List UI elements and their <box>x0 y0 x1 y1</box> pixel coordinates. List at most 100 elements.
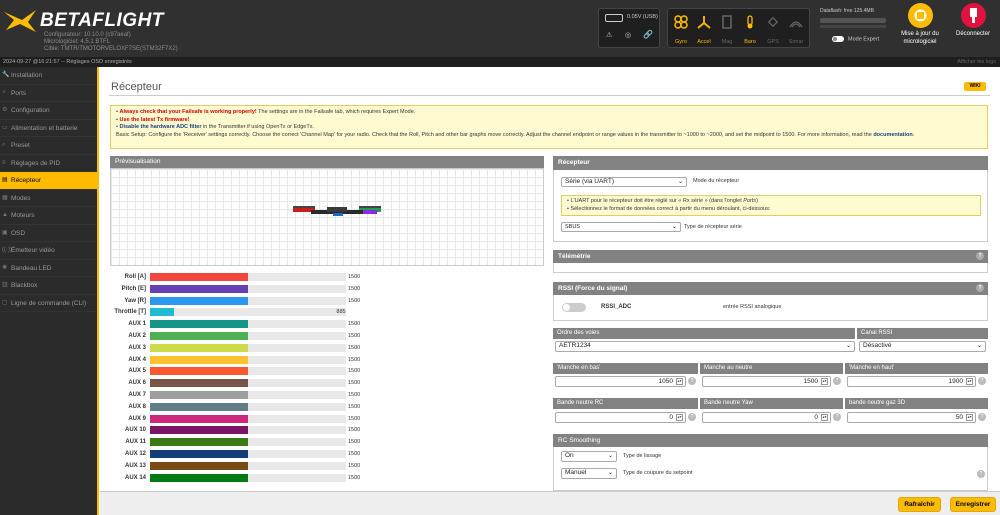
stick-high-input[interactable]: 1900 ▴▾ <box>847 376 976 387</box>
betaflight-bee-icon <box>4 10 36 32</box>
channel-name: Throttle [T] <box>114 309 146 316</box>
sidebar-item-pid[interactable]: ≡ Réglages de PID <box>0 155 97 172</box>
sidebar-item-power[interactable]: ▭ Alimentation et batterie <box>0 120 97 137</box>
channel-map-value: AETR1234 <box>559 342 591 349</box>
channel-bar <box>150 450 346 458</box>
channel-row: AUX 9 1500 <box>110 414 410 424</box>
help-icon[interactable]: ? <box>978 377 986 385</box>
sidebar-item-receiver[interactable]: ▤ Récepteur <box>0 172 97 190</box>
sidebar-item-led[interactable]: ✺ Bandeau LED <box>0 260 97 277</box>
channel-row: AUX 2 1500 <box>110 331 410 341</box>
rssi-channel-select[interactable]: Désactivé ⌄ <box>859 341 986 352</box>
expert-toggle-switch[interactable] <box>832 36 844 42</box>
rssi-adc-toggle[interactable] <box>562 303 586 312</box>
channel-row: AUX 14 1500 <box>110 473 410 483</box>
spinner-icon[interactable]: ▴▾ <box>966 378 973 385</box>
channel-bar <box>150 379 346 388</box>
rssi-panel: RSSI_ADC entrée RSSI analogique <box>553 295 988 321</box>
channel-value: 1500 <box>348 392 361 398</box>
deadband-yaw-input[interactable]: 0 ▴▾ <box>702 412 831 423</box>
chevron-down-icon: ⌄ <box>607 453 613 459</box>
dataflash-bar <box>820 18 886 23</box>
receiver-panel: Série (via UART) ⌄ Mode du récepteur • L'… <box>553 170 988 242</box>
accel-icon <box>697 16 711 29</box>
sidebar-item-configuration[interactable]: ⚙ Configuration <box>0 102 97 120</box>
help-icon[interactable]: ? <box>688 377 696 385</box>
sidebar-item-preset[interactable]: ⌕ Preset <box>0 137 97 155</box>
spinner-icon[interactable]: ▴▾ <box>676 414 683 421</box>
basic-setup-text: Basic Setup: Configure the 'Receiver' se… <box>116 131 872 138</box>
sidebar-item-modes[interactable]: ▦ Modes <box>0 190 97 207</box>
smoothing-type-select[interactable]: On ⌄ <box>561 451 617 462</box>
sidebar-item-blackbox[interactable]: ▥ Blackbox <box>0 277 97 295</box>
channel-bar <box>150 296 346 305</box>
help-icon[interactable]: ? <box>833 377 841 385</box>
deadband-yaw-value: 0 <box>814 414 818 421</box>
rssi-adc-label: RSSI_ADC <box>601 304 632 310</box>
sidebar-item-label: Preset <box>11 142 30 149</box>
smoothing-type-value: On <box>565 452 574 459</box>
channel-value: 1500 <box>348 380 361 387</box>
sidebar-item-label: Bandeau LED <box>11 264 52 272</box>
wiki-button[interactable]: WIKI <box>964 82 986 91</box>
channel-fill <box>150 402 248 411</box>
thermometer-icon <box>747 15 753 29</box>
sidebar-item-osd[interactable]: ▣ OSD <box>0 225 97 242</box>
channel-fill <box>150 332 248 340</box>
gyro-icon <box>674 15 688 29</box>
serial-type-select[interactable]: SBUS ⌄ <box>561 222 681 232</box>
sidebar-item-installation[interactable]: 🔧 Installation <box>0 67 97 85</box>
stick-center-input[interactable]: 1500 ▴▾ <box>702 376 831 387</box>
accel-sensor: Accel <box>693 13 715 45</box>
rssi-channel-header: Canal RSSI <box>857 328 988 339</box>
channel-fill <box>150 379 248 388</box>
channel-value: 885 <box>336 309 346 316</box>
deadband-3d-input[interactable]: 50 ▴▾ <box>847 412 976 423</box>
channel-bar <box>150 320 346 329</box>
receiver-mode-select[interactable]: Série (via UART) ⌄ <box>561 177 687 187</box>
sidebar-item-label: Émetteur vidéo <box>11 247 55 254</box>
rssi-channel-value: Désactivé <box>863 342 892 349</box>
help-icon[interactable]: ? <box>978 413 986 421</box>
sidebar-item-cli[interactable]: ▢ Ligne de commande (CLI) <box>0 295 97 312</box>
documentation-link[interactable]: documentation <box>873 132 912 138</box>
sidebar-item-ports[interactable]: ⚡ Ports <box>0 85 97 102</box>
osd-icon: ▣ <box>2 229 8 236</box>
sidebar-item-vtx[interactable]: ((·)) Émetteur vidéo <box>0 242 97 260</box>
betaflight-logo: BETAFLIGHT Configurateur: 10.10.0 (c97ae… <box>2 8 178 53</box>
disconnect-button[interactable]: Déconnecter <box>949 3 997 39</box>
help-icon[interactable]: ? <box>976 284 984 292</box>
spinner-icon[interactable]: ▴▾ <box>821 378 828 385</box>
firmware-update-button[interactable]: Mise à jour du micrologiciel <box>896 3 944 46</box>
show-logs-link[interactable]: Afficher les logs <box>957 57 996 67</box>
deadband-rc-input[interactable]: 0 ▴▾ <box>555 412 686 423</box>
channel-name: AUX 12 <box>124 451 146 457</box>
spinner-icon[interactable]: ▴▾ <box>966 414 973 421</box>
stick-low-input[interactable]: 1050 ▴▾ <box>555 376 686 387</box>
help-icon[interactable]: ? <box>976 252 984 260</box>
help-icon[interactable]: ? <box>833 413 841 421</box>
status-message: 2024-09-27 @16:21:57 -- Réglages OSD enr… <box>3 59 132 65</box>
spinner-icon[interactable]: ▴▾ <box>676 378 683 385</box>
spinner-icon[interactable]: ▴▾ <box>821 414 828 421</box>
sonar-label: Sonar <box>788 39 804 45</box>
channel-map-select[interactable]: AETR1234 ⌄ <box>555 341 855 352</box>
expert-mode-toggle[interactable]: Mode Expert <box>832 36 879 42</box>
receiver-panel-header: Récepteur <box>553 156 988 170</box>
channel-bar <box>150 332 346 340</box>
save-button[interactable]: Enregistrer <box>950 497 996 512</box>
title-divider <box>109 95 990 96</box>
telemetry-panel-header: Télémétrie? <box>553 250 988 263</box>
link-icon: 🔗 <box>643 30 653 39</box>
sidebar-item-motors[interactable]: ▲ Moteurs <box>0 207 97 225</box>
cutoff-type-select[interactable]: Manuel ⌄ <box>561 468 617 479</box>
sidebar-item-label: Alimentation et batterie <box>11 124 78 132</box>
channel-name: AUX 11 <box>125 439 146 446</box>
channel-bar <box>150 426 346 435</box>
help-icon[interactable]: ? <box>977 470 985 478</box>
channel-map-header: Ordre des voies <box>553 328 855 339</box>
sidebar-item-label: Modes <box>11 194 31 202</box>
help-icon[interactable]: ? <box>688 413 696 421</box>
refresh-button[interactable]: Rafraîchir <box>898 497 941 512</box>
channel-bar <box>150 473 346 482</box>
